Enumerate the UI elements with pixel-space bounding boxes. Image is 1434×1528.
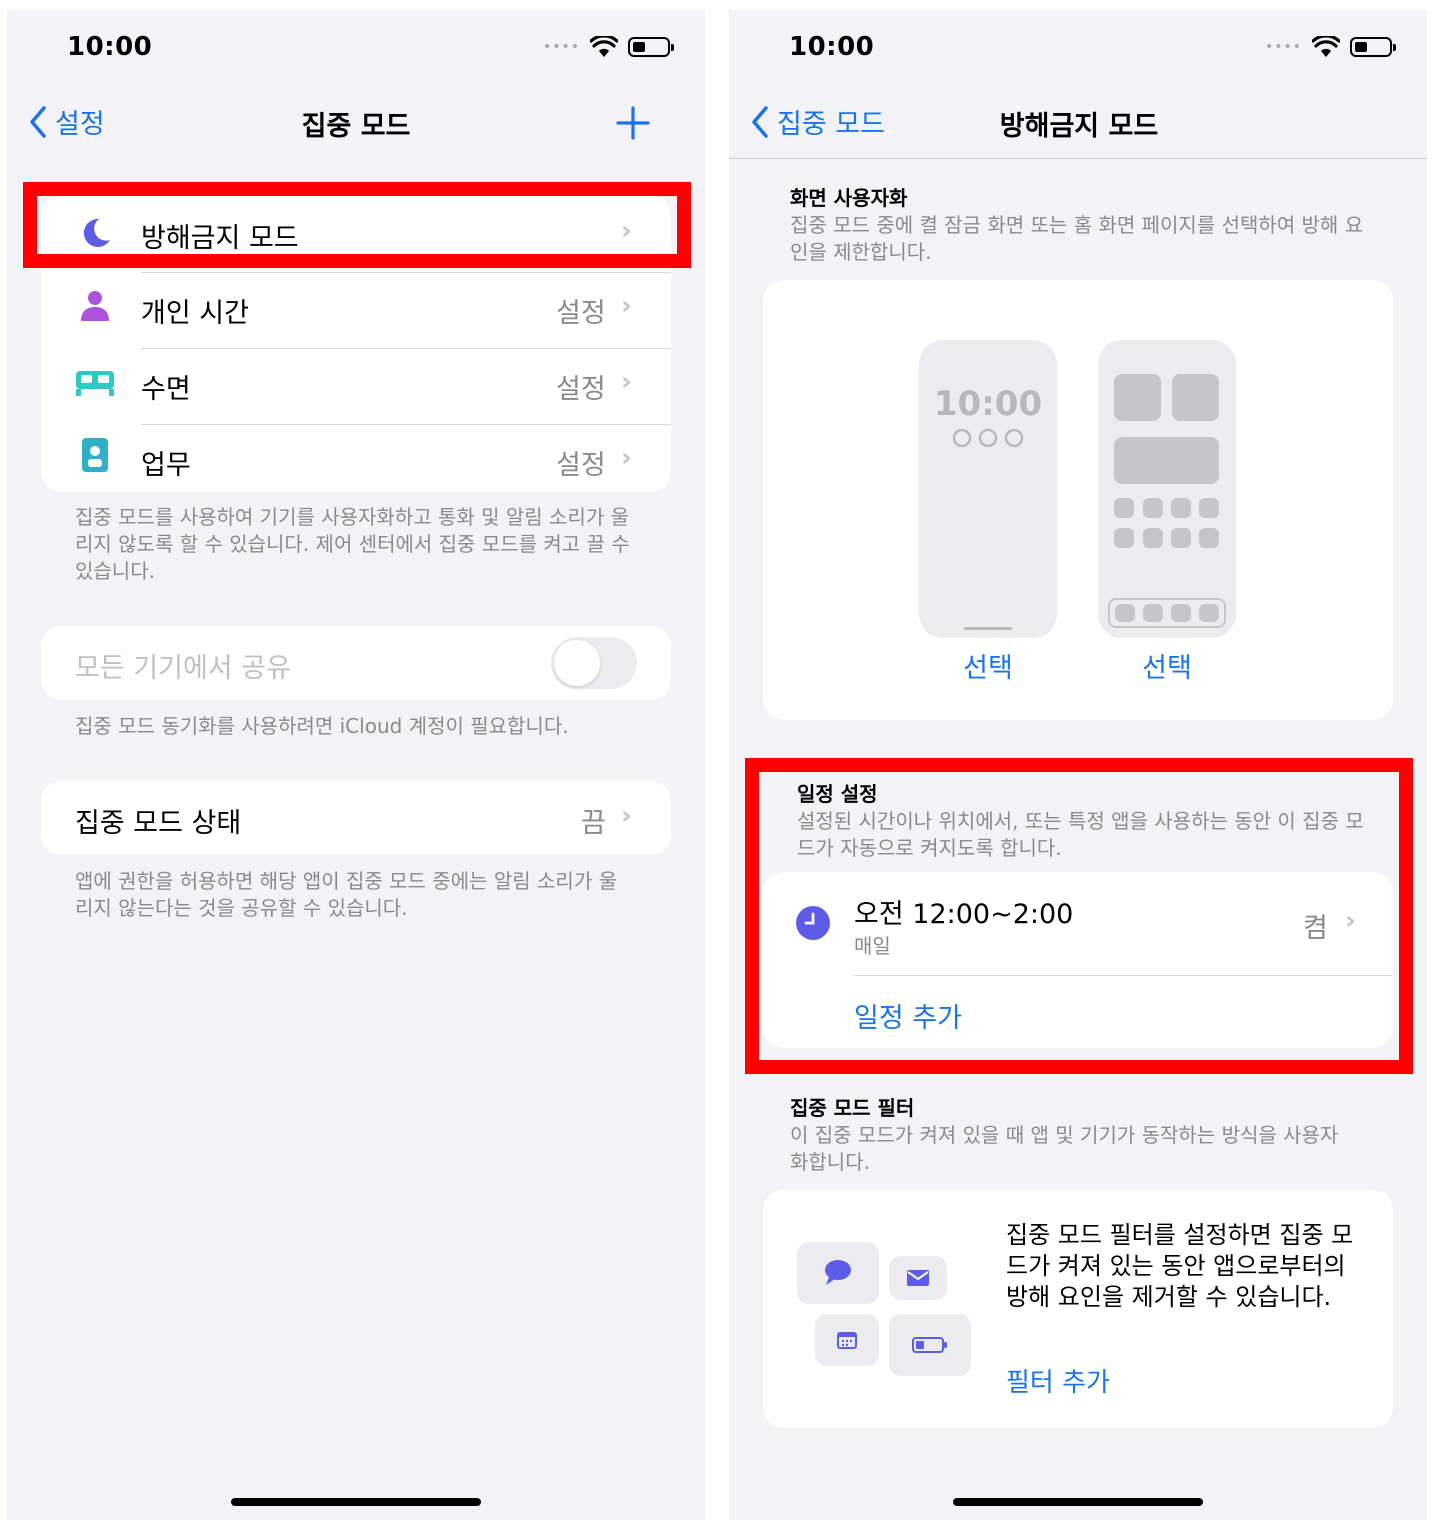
dock-tile bbox=[1115, 604, 1135, 622]
back-label: 설정 bbox=[55, 109, 105, 140]
app-tile bbox=[1143, 528, 1163, 548]
dock-tile bbox=[1143, 604, 1163, 622]
chevron-left-icon bbox=[30, 105, 46, 138]
home-screen-preview[interactable] bbox=[1098, 340, 1236, 638]
back-button[interactable]: 설정 bbox=[29, 102, 105, 141]
share-toggle[interactable] bbox=[551, 637, 637, 689]
low-power-battery-icon bbox=[912, 1337, 947, 1353]
lock-home-bar bbox=[964, 627, 1012, 630]
plus-icon[interactable] bbox=[615, 105, 651, 141]
lock-screen-time: 10:00 bbox=[933, 384, 1043, 424]
status-icons: •••• bbox=[543, 36, 675, 58]
customize-desc: 집중 모드 중에 켤 잠금 화면 또는 홈 화면 페이지를 선택하여 방해 요인… bbox=[790, 213, 1364, 264]
app-tile bbox=[1114, 528, 1134, 548]
chevron-left-icon bbox=[752, 105, 768, 138]
chevron-right-icon: › bbox=[621, 443, 632, 473]
back-label: 집중 모드 bbox=[777, 109, 885, 140]
page-title: 방해금지 모드 bbox=[999, 111, 1159, 142]
add-filter-button[interactable]: 필터 추가 bbox=[1006, 1362, 1110, 1399]
mode-row-sleep[interactable]: 수면 설정 › bbox=[41, 349, 671, 424]
envelope-icon bbox=[907, 1270, 929, 1286]
status-icons: •••• bbox=[1265, 36, 1397, 58]
status-time: 10:00 bbox=[67, 32, 153, 62]
filters-header: 집중 모드 필터 bbox=[790, 1096, 915, 1120]
signal-icon: •••• bbox=[1265, 39, 1303, 55]
chevron-right-icon: › bbox=[621, 801, 632, 831]
focus-status-label: 집중 모드 상태 bbox=[75, 808, 242, 839]
app-tile bbox=[1171, 498, 1191, 518]
share-footer: 집중 모드 동기화를 사용하려면 iCloud 계정이 필요합니다. bbox=[75, 714, 569, 738]
battery-icon bbox=[628, 37, 675, 57]
home-screen-choose-button[interactable]: 선택 bbox=[1098, 646, 1236, 685]
filters-card: 집중 모드 필터를 설정하면 집중 모드가 켜져 있는 동안 앱으로부터의 방해… bbox=[763, 1190, 1393, 1428]
focus-status-row[interactable]: 집중 모드 상태 끔 › bbox=[41, 781, 671, 855]
person-icon bbox=[81, 291, 109, 321]
messages-card bbox=[797, 1242, 879, 1304]
lock-screen-preview[interactable]: 10:00 bbox=[919, 340, 1057, 638]
focus-status-footer: 앱에 권한을 허용하면 해당 앱이 집중 모드 중에는 알림 소리가 울리지 않… bbox=[75, 869, 617, 920]
mode-label: 수면 bbox=[141, 374, 191, 405]
wifi-icon bbox=[1312, 36, 1341, 57]
mode-value: 설정 bbox=[556, 374, 606, 405]
lock-screen-choose-button[interactable]: 선택 bbox=[919, 646, 1057, 685]
battery-icon bbox=[1350, 37, 1397, 57]
mode-value: 설정 bbox=[556, 298, 606, 329]
chevron-right-icon: › bbox=[621, 291, 632, 321]
widget-tile bbox=[1114, 374, 1161, 421]
mail-card bbox=[889, 1256, 947, 1300]
app-tile bbox=[1114, 498, 1134, 518]
chevron-right-icon: › bbox=[621, 367, 632, 397]
widget-circles-icon bbox=[952, 428, 1024, 448]
app-tile bbox=[1199, 528, 1219, 548]
app-tile bbox=[1171, 528, 1191, 548]
app-tile bbox=[1143, 498, 1163, 518]
widget-tile bbox=[1172, 374, 1219, 421]
mode-row-work[interactable]: 업무 설정 › bbox=[41, 425, 671, 492]
back-button[interactable]: 집중 모드 bbox=[751, 102, 885, 141]
nav-divider bbox=[729, 158, 1427, 159]
home-indicator bbox=[231, 1498, 481, 1506]
wifi-icon bbox=[590, 36, 619, 57]
app-tile bbox=[1199, 498, 1219, 518]
dock-tile bbox=[1199, 604, 1219, 622]
widget-tile bbox=[1114, 437, 1219, 484]
page-title: 집중 모드 bbox=[301, 111, 411, 142]
id-badge-icon bbox=[82, 438, 108, 472]
home-indicator bbox=[953, 1498, 1203, 1506]
calendar-card bbox=[815, 1314, 879, 1366]
status-time: 10:00 bbox=[789, 32, 875, 62]
focus-modes-screen: 10:00 •••• 설정 집중 모드 방해금지 모드 › 개인 시간 설정 ›… bbox=[7, 10, 705, 1520]
share-across-devices-row: 모든 기기에서 공유 bbox=[41, 626, 671, 700]
modes-footer: 집중 모드를 사용하여 기기를 사용자화하고 통화 및 알림 소리가 울리지 않… bbox=[75, 505, 630, 583]
bed-icon bbox=[76, 371, 114, 396]
customize-header: 화면 사용자화 bbox=[790, 186, 908, 210]
calendar-icon bbox=[837, 1332, 857, 1349]
battery-card bbox=[889, 1314, 971, 1376]
highlight-box bbox=[23, 182, 691, 268]
dock-tile bbox=[1171, 604, 1191, 622]
do-not-disturb-screen: 10:00 •••• 집중 모드 방해금지 모드 화면 사용자화 집중 모드 중… bbox=[729, 10, 1427, 1520]
filters-body: 집중 모드 필터를 설정하면 집중 모드가 켜져 있는 동안 앱으로부터의 방해… bbox=[1006, 1221, 1354, 1311]
mode-label: 업무 bbox=[141, 450, 191, 481]
focus-status-value: 끔 bbox=[581, 808, 606, 839]
message-bubble-icon bbox=[825, 1260, 851, 1285]
share-label: 모든 기기에서 공유 bbox=[75, 653, 291, 684]
mode-row-personal[interactable]: 개인 시간 설정 › bbox=[41, 273, 671, 348]
mode-label: 개인 시간 bbox=[141, 298, 249, 329]
filters-desc: 이 집중 모드가 켜져 있을 때 앱 및 기기가 동작하는 방식을 사용자화합니… bbox=[790, 1123, 1339, 1174]
highlight-box bbox=[745, 758, 1413, 1074]
signal-icon: •••• bbox=[543, 39, 581, 55]
dock bbox=[1108, 598, 1226, 628]
screen-customize-card: 10:00 선택 선택 bbox=[763, 280, 1393, 720]
mode-value: 설정 bbox=[556, 450, 606, 481]
